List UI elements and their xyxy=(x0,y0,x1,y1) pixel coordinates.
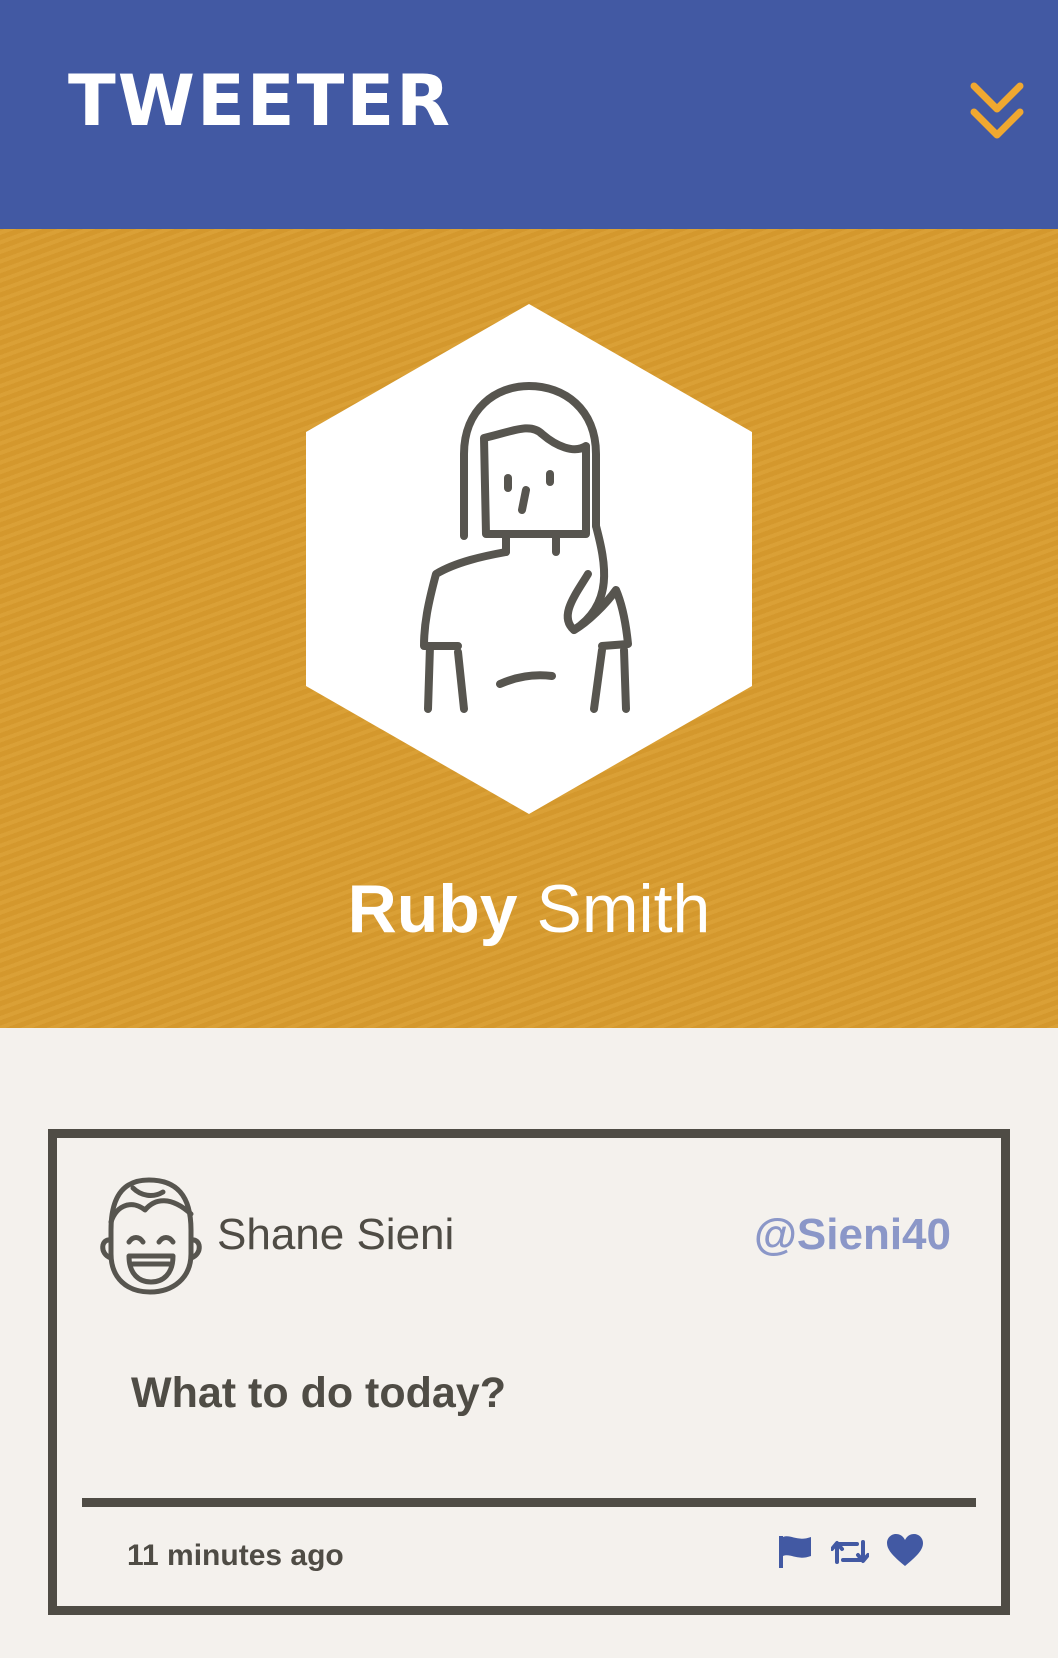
retweet-icon[interactable] xyxy=(830,1534,870,1575)
flag-icon[interactable] xyxy=(777,1534,813,1575)
tweet-user-name[interactable]: Shane Sieni xyxy=(217,1208,454,1262)
woman-avatar-icon xyxy=(306,304,752,814)
tweet-actions xyxy=(777,1534,937,1574)
profile-last-name: Smith xyxy=(536,871,711,947)
profile-banner: Ruby Smith xyxy=(0,229,1058,1028)
profile-name: Ruby Smith xyxy=(0,869,1058,949)
tweet-content: What to do today? xyxy=(131,1369,506,1417)
laughing-man-avatar-icon[interactable] xyxy=(97,1174,203,1298)
tweet-card: Shane Sieni @Sieni40 What to do today? 1… xyxy=(48,1129,1010,1615)
tweet-timestamp: 11 minutes ago xyxy=(127,1539,344,1572)
double-chevron-down-icon[interactable] xyxy=(968,80,1026,142)
tweet-divider xyxy=(82,1498,976,1507)
tweet-user-handle[interactable]: @Sieni40 xyxy=(754,1208,951,1262)
heart-icon[interactable] xyxy=(887,1534,923,1573)
top-navbar: TWEETER xyxy=(0,0,1058,229)
brand-logo[interactable]: TWEETER xyxy=(68,66,452,136)
profile-first-name: Ruby xyxy=(347,871,518,947)
